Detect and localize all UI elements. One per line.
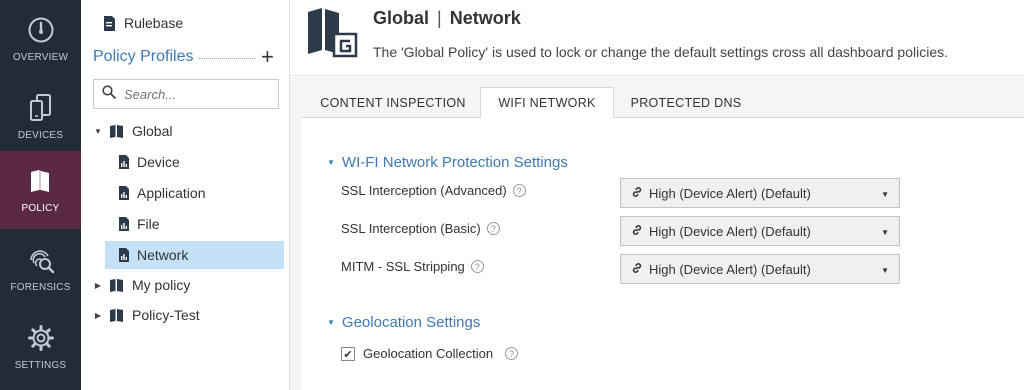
setting-label: MITM - SSL Stripping [341,259,465,274]
tree-item-label: Network [137,247,189,263]
section-wifi-title: WI-FI Network Protection Settings [341,154,568,171]
search-input[interactable] [124,86,264,102]
help-icon[interactable]: ? [486,222,500,235]
link-icon [631,224,643,239]
search-icon [102,84,116,104]
rulebase-doc-icon [103,15,116,31]
policy-book-icon [109,308,124,322]
tree-profile-label: Policy-Test [132,307,200,323]
add-profile-button[interactable]: + [261,46,274,68]
nav-overview[interactable]: OVERVIEW [0,0,81,78]
fingerprint-search-icon [27,246,55,274]
setting-label: SSL Interception (Basic) [341,221,481,236]
page-title-sub: Network [449,8,521,28]
caret-down-icon: ▼ [327,318,335,327]
page-header: Global | Network The 'Global Policy' is us… [290,0,1024,76]
nav-policy[interactable]: POLICY [0,151,81,229]
help-icon[interactable]: ? [505,347,519,360]
tree-profile-policy-test[interactable]: ▶ Policy-Test [93,304,200,326]
policy-doc-icon [119,217,129,231]
tree-item-label: File [137,216,160,232]
dropdown-arrow-icon: ▼ [881,190,889,199]
nav-settings-label: SETTINGS [14,359,67,371]
nav-devices-label: DEVICES [17,129,64,141]
policy-book-icon [109,278,124,292]
tab-bar: CONTENT INSPECTION WIFI NETWORK PROTECTE… [302,77,1024,119]
gear-icon [27,324,55,352]
policy-profiles-title: Policy Profiles [93,48,194,65]
tree-item-device[interactable]: Device [119,151,180,173]
page-title: Global | Network [373,8,521,29]
mitm-select[interactable]: High (Device Alert) (Default) ▼ [620,254,900,284]
tree-item-application[interactable]: Application [119,182,206,204]
devices-icon [27,93,55,122]
setting-ssl-basic: SSL Interception (Basic) ? [341,221,500,236]
nav-forensics[interactable]: FORENSICS [0,230,81,308]
page-description: The 'Global Policy' is used to lock or c… [373,44,948,60]
tree-item-label: Device [137,154,180,170]
select-value: High (Device Alert) (Default) [649,261,811,277]
dropdown-arrow-icon: ▼ [881,266,889,275]
rulebase-item[interactable]: Rulebase [103,12,183,34]
content-gutter [290,77,302,390]
search-box[interactable] [93,79,279,109]
link-icon [631,262,643,277]
policy-doc-icon [119,248,129,262]
setting-label: SSL Interception (Advanced) [341,183,507,198]
select-value: High (Device Alert) (Default) [649,223,811,239]
tree-item-network[interactable]: Network [119,244,188,266]
nav-policy-label: POLICY [21,202,60,214]
global-policy-icon [306,6,358,65]
title-separator: | [437,8,442,28]
link-icon [631,186,643,201]
setting-mitm: MITM - SSL Stripping ? [341,259,484,274]
select-value: High (Device Alert) (Default) [649,185,811,201]
tree-profile-label: My policy [132,277,191,293]
section-geo-header[interactable]: ▼ Geolocation Settings [327,314,480,331]
tree-item-file[interactable]: File [119,213,160,235]
nav-overview-label: OVERVIEW [12,51,69,63]
ssl-basic-select[interactable]: High (Device Alert) (Default) ▼ [620,216,900,246]
checkbox-label: Geolocation Collection [363,346,494,361]
geolocation-checkbox[interactable]: ✔ [341,347,355,361]
policy-book-icon [109,124,124,138]
section-wifi-header[interactable]: ▼ WI-FI Network Protection Settings [327,154,568,171]
nav-devices[interactable]: DEVICES [0,78,81,156]
ssl-advanced-select[interactable]: High (Device Alert) (Default) ▼ [620,178,900,208]
tree-item-label: Application [137,185,206,201]
tab-content: ▼ WI-FI Network Protection Settings SSL … [302,118,1024,390]
tab-protected-dns[interactable]: PROTECTED DNS [616,87,756,118]
policy-book-icon [27,167,55,195]
setting-geolocation: Geolocation Collection ? [363,346,519,361]
caret-right-icon[interactable]: ▶ [93,281,103,290]
policy-profiles-divider [199,58,255,59]
section-geo-title: Geolocation Settings [341,314,481,331]
tree-profile-global[interactable]: ▼ Global [93,120,172,142]
dropdown-arrow-icon: ▼ [881,228,889,237]
left-nav: OVERVIEW DEVICES POLICY FORENSICS SETTIN… [0,0,81,390]
nav-forensics-label: FORENSICS [10,281,71,293]
page-title-main: Global [373,8,430,28]
caret-right-icon[interactable]: ▶ [93,311,103,320]
tree-profile-my-policy[interactable]: ▶ My policy [93,274,190,296]
policy-doc-icon [119,186,129,200]
tab-content-inspection[interactable]: CONTENT INSPECTION [308,87,478,118]
rulebase-label: Rulebase [124,15,184,31]
policy-tree-panel: Rulebase Policy Profiles + ▼ Global Devi… [81,0,290,390]
policy-doc-icon [119,155,129,169]
help-icon[interactable]: ? [512,184,526,197]
nav-settings[interactable]: SETTINGS [0,308,81,386]
caret-down-icon: ▼ [327,158,335,167]
tab-wifi-network[interactable]: WIFI NETWORK [480,87,614,119]
tree-profile-label: Global [132,123,173,139]
gauge-icon [27,16,55,44]
caret-down-icon[interactable]: ▼ [93,127,103,136]
help-icon[interactable]: ? [470,260,484,273]
setting-ssl-advanced: SSL Interception (Advanced) ? [341,183,526,198]
